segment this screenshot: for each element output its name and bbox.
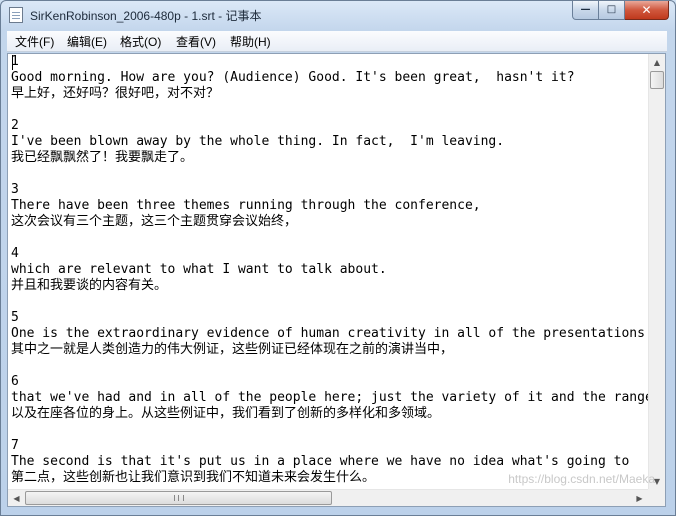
menu-view[interactable]: 查看(V) [176, 33, 216, 50]
text-line[interactable]: 1 [11, 54, 649, 70]
notepad-icon[interactable] [9, 7, 23, 23]
text-line[interactable]: that we've had and in all of the people … [11, 390, 649, 406]
text-line[interactable] [11, 166, 649, 182]
text-line[interactable]: 5 [11, 310, 649, 326]
text-line[interactable]: 6 [11, 374, 649, 390]
text-line[interactable]: One is the extraordinary evidence of hum… [11, 326, 649, 342]
text-line[interactable]: Good morning. How are you? (Audience) Go… [11, 70, 649, 86]
text-line[interactable]: 我已经飘飘然了！我要飘走了。 [11, 150, 649, 166]
menu-help[interactable]: 帮助(H) [230, 33, 271, 50]
text-editor[interactable]: 1 Good morning. How are you? (Audience) G… [7, 53, 666, 507]
close-button[interactable]: ✕ [625, 1, 669, 20]
scroll-grip-icon [174, 495, 184, 501]
text-line[interactable] [11, 230, 649, 246]
text-line[interactable]: There have been three themes running thr… [11, 198, 649, 214]
vertical-scrollbar[interactable]: ▲ ▼ [648, 54, 665, 490]
editor-text-area[interactable]: 1 Good morning. How are you? (Audience) G… [11, 54, 649, 490]
window-controls: — □ ✕ [572, 1, 669, 21]
text-line[interactable]: 7 [11, 438, 649, 454]
scroll-up-arrow-icon[interactable]: ▲ [649, 54, 665, 71]
text-line[interactable]: 3 [11, 182, 649, 198]
text-line[interactable] [11, 102, 649, 118]
horizontal-scroll-thumb[interactable] [25, 491, 332, 505]
minimize-icon: — [580, 4, 591, 15]
menu-edit[interactable]: 编辑(E) [67, 33, 107, 50]
vertical-scroll-thumb[interactable] [650, 71, 664, 89]
text-line[interactable] [11, 294, 649, 310]
menu-format[interactable]: 格式(O) [120, 33, 161, 50]
close-icon: ✕ [641, 3, 652, 17]
maximize-button[interactable]: □ [599, 1, 625, 20]
text-line[interactable] [11, 422, 649, 438]
maximize-icon: □ [606, 4, 617, 15]
watermark-text: https://blog.csdn.net/Maeka [508, 472, 655, 486]
text-caret [12, 55, 13, 70]
menu-file[interactable]: 文件(F) [15, 33, 54, 50]
scrollbar-corner [648, 489, 665, 506]
text-line[interactable]: I've been blown away by the whole thing.… [11, 134, 649, 150]
text-line[interactable]: 2 [11, 118, 649, 134]
text-line[interactable]: The second is that it's put us in a plac… [11, 454, 649, 470]
window-title: SirKenRobinson_2006-480p - 1.srt - 记事本 [30, 9, 262, 23]
text-line[interactable]: 以及在座各位的身上。从这些例证中，我们看到了创新的多样化和多领域。 [11, 406, 649, 422]
horizontal-scrollbar[interactable]: ◀ ▶ [8, 489, 648, 506]
text-line[interactable]: which are relevant to what I want to tal… [11, 262, 649, 278]
minimize-button[interactable]: — [572, 1, 599, 20]
scroll-left-arrow-icon[interactable]: ◀ [8, 490, 25, 506]
text-line[interactable]: 4 [11, 246, 649, 262]
scroll-right-arrow-icon[interactable]: ▶ [631, 490, 648, 506]
text-line[interactable] [11, 358, 649, 374]
menu-bar: 文件(F) 编辑(E) 格式(O) 查看(V) 帮助(H) [7, 31, 667, 52]
text-line[interactable]: 早上好，还好吗？很好吧，对不对？ [11, 86, 649, 102]
text-line[interactable]: 并且和我要谈的内容有关。 [11, 278, 649, 294]
notepad-window: SirKenRobinson_2006-480p - 1.srt - 记事本 —… [0, 0, 676, 516]
text-line[interactable]: 其中之一就是人类创造力的伟大例证，这些例证已经体现在之前的演讲当中， [11, 342, 649, 358]
text-line[interactable]: 这次会议有三个主题，这三个主题贯穿会议始终， [11, 214, 649, 230]
title-bar[interactable]: SirKenRobinson_2006-480p - 1.srt - 记事本 —… [1, 1, 675, 29]
